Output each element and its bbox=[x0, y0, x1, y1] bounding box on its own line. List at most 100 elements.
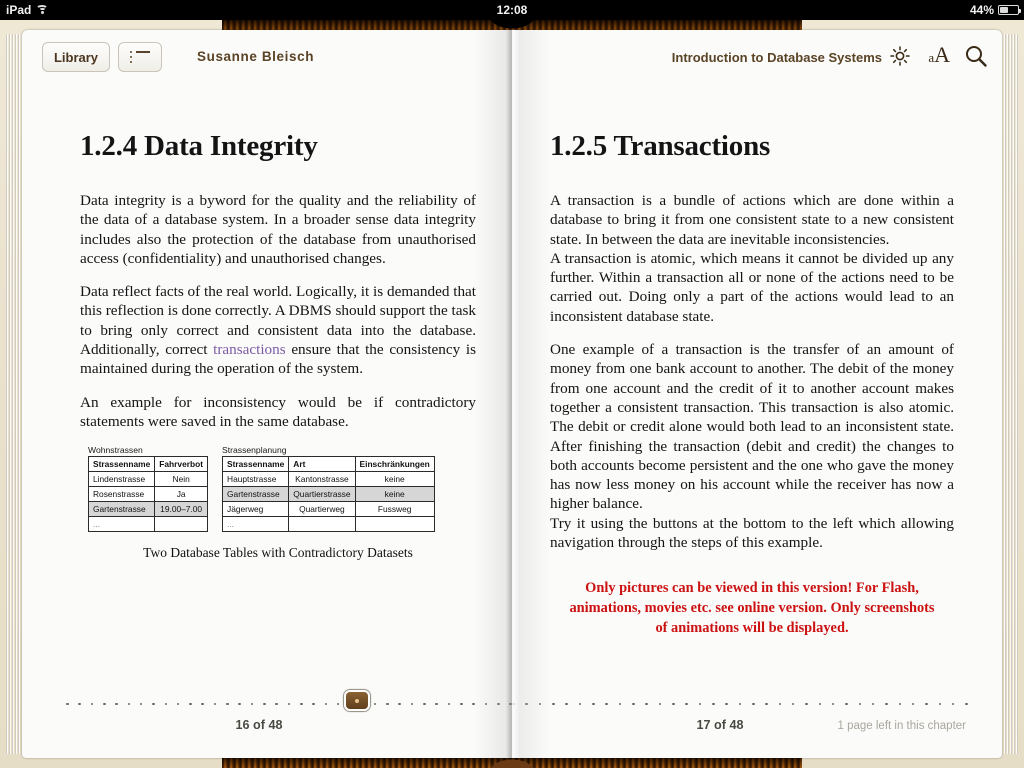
page-slider-dot bbox=[645, 702, 648, 706]
device-label: iPad bbox=[6, 3, 32, 17]
table-row: Lindenstrasse Nein bbox=[87, 471, 209, 488]
database-table-1: Wohnstrassen Strassenname Fahrverbot Linden… bbox=[87, 445, 209, 533]
battery-percent-label: 44% bbox=[969, 3, 994, 17]
table-row: Gartenstrasse Quartierstrasse keine bbox=[222, 486, 435, 503]
table-header-row: Strassenname Art Einschränkungen bbox=[222, 456, 435, 473]
table-cell: Quartierweg bbox=[288, 501, 356, 518]
page-slider-dot bbox=[423, 702, 426, 706]
page-slider-dot bbox=[805, 702, 808, 706]
table-header-cell: Strassenname bbox=[87, 456, 156, 473]
right-page[interactable]: Introduction to Database Systems aA 1.2.… bbox=[512, 30, 1002, 758]
page-slider-dot bbox=[751, 702, 755, 706]
right-page-content: 1.2.5 Transactions A transaction is a bu… bbox=[512, 94, 1002, 678]
page-slider-dot bbox=[213, 702, 217, 706]
page-slider-dot bbox=[551, 702, 555, 706]
page-slider-dot bbox=[410, 702, 414, 706]
page-slider-dot bbox=[398, 702, 402, 706]
page-slider-dot bbox=[238, 702, 241, 706]
version-notice: Only pictures can be viewed in this vers… bbox=[569, 580, 935, 637]
table-of-contents-button[interactable] bbox=[118, 42, 162, 72]
page-slider-dot bbox=[618, 702, 622, 706]
page-slider-dot bbox=[263, 702, 266, 706]
table-of-contents-icon bbox=[130, 50, 150, 64]
table-cell: Fussweg bbox=[354, 501, 435, 518]
table-cell bbox=[288, 516, 356, 533]
table-row: Rosenstrasse Ja bbox=[87, 486, 209, 503]
page-slider-dot bbox=[324, 702, 328, 706]
table-cell: Kantonstrasse bbox=[288, 471, 356, 488]
page-slider-dot bbox=[373, 702, 377, 706]
figure-database-tables: Wohnstrassen Strassenname Fahrverbot Linden… bbox=[80, 445, 476, 561]
database-table: Strassenname Fahrverbot Lindenstrasse Nein R… bbox=[87, 456, 209, 533]
table-header-cell: Fahrverbot bbox=[154, 456, 209, 473]
page-slider-dot bbox=[152, 702, 155, 706]
right-page-footer: 17 of 48 1 page left in this chapter bbox=[512, 686, 1002, 758]
library-button[interactable]: Library bbox=[42, 42, 110, 72]
right-page-heading: 1.2.5 Transactions bbox=[550, 130, 771, 162]
table-cell: Quartierstrasse bbox=[288, 486, 356, 503]
page-slider-dot bbox=[496, 702, 500, 706]
page-slider-dot bbox=[287, 702, 291, 706]
font-size-icon[interactable]: aA bbox=[928, 42, 950, 68]
left-page[interactable]: Library Susanne Bleisch 1.2.4 Data Integ… bbox=[22, 30, 512, 758]
page-slider-dot bbox=[447, 702, 451, 706]
table-cell: Gartenstrasse bbox=[87, 501, 156, 518]
page-slider-dot bbox=[386, 702, 389, 706]
left-page-heading: 1.2.4 Data Integrity bbox=[80, 130, 318, 162]
chapter-pages-remaining: 1 page left in this chapter bbox=[837, 720, 967, 732]
page-slider-dot bbox=[831, 702, 835, 706]
table-row: ... bbox=[87, 516, 209, 533]
page-slider-dot bbox=[460, 702, 463, 706]
page-slider-handle[interactable] bbox=[344, 690, 370, 711]
status-bar-right: 44% bbox=[969, 3, 1021, 17]
right-paragraph-4: Try it using the buttons at the bottom t… bbox=[550, 514, 954, 552]
wifi-icon bbox=[36, 4, 49, 16]
page-slider-dot bbox=[951, 702, 955, 706]
page-slider-dot bbox=[115, 702, 118, 706]
database-table: Strassenname Art Einschränkungen Hauptstras… bbox=[222, 456, 435, 533]
left-page-number: 16 of 48 bbox=[235, 718, 283, 732]
brightness-sun-icon[interactable] bbox=[890, 46, 910, 66]
reader-toolbar-right: Introduction to Database Systems aA bbox=[512, 30, 1002, 84]
database-table-title: Strassenplanung bbox=[222, 445, 287, 456]
page-slider-dot bbox=[78, 702, 81, 706]
right-paragraph-2: A transaction is atomic, which means it … bbox=[550, 249, 954, 325]
font-size-large-letter: A bbox=[934, 42, 950, 67]
page-slider-dot bbox=[538, 702, 542, 706]
book-title: Introduction to Database Systems bbox=[671, 50, 882, 65]
left-paragraph-3: An example for inconsistency would be if… bbox=[80, 393, 476, 430]
search-icon[interactable] bbox=[964, 44, 988, 68]
table-cell: Ja bbox=[154, 486, 209, 503]
left-paragraph-2: Data reflect facts of the real world. Lo… bbox=[80, 282, 476, 378]
table-cell: Gartenstrasse bbox=[222, 486, 290, 503]
page-slider-dot bbox=[472, 702, 475, 706]
page-slider-dot bbox=[658, 702, 662, 706]
table-header-cell: Art bbox=[288, 456, 356, 473]
book-viewer: Library Susanne Bleisch 1.2.4 Data Integ… bbox=[0, 20, 1024, 768]
table-row: Jägerweg Quartierweg Fussweg bbox=[222, 501, 435, 518]
page-slider-dot bbox=[139, 702, 143, 706]
page-slider-dot bbox=[818, 702, 822, 706]
page-slider-dot bbox=[725, 702, 728, 706]
page-slider-dot bbox=[885, 702, 888, 706]
page-slider-dot bbox=[66, 702, 69, 706]
page-slider-dot bbox=[336, 702, 340, 706]
transactions-link[interactable]: transactions bbox=[213, 341, 286, 358]
page-slider-dot bbox=[176, 702, 180, 706]
page-slider-dot bbox=[925, 702, 928, 706]
page-slider-dot bbox=[845, 702, 848, 706]
page-slider-right[interactable] bbox=[512, 700, 968, 708]
page-slider-left[interactable] bbox=[66, 700, 512, 708]
table-row: ... bbox=[222, 516, 435, 533]
page-slider-dot bbox=[201, 702, 205, 706]
page-slider-dot bbox=[299, 702, 303, 706]
author-name: Susanne Bleisch bbox=[197, 49, 315, 64]
page-slider-dot bbox=[512, 702, 515, 706]
table-header-cell: Einschränkungen bbox=[354, 456, 435, 473]
table-cell bbox=[154, 516, 209, 533]
page-slider-dot bbox=[631, 702, 635, 706]
table-header-row: Strassenname Fahrverbot bbox=[87, 456, 209, 473]
left-paragraph-1: Data integrity is a byword for the quali… bbox=[80, 192, 476, 267]
table-cell: ... bbox=[87, 516, 156, 533]
page-slider-dot bbox=[938, 702, 942, 706]
